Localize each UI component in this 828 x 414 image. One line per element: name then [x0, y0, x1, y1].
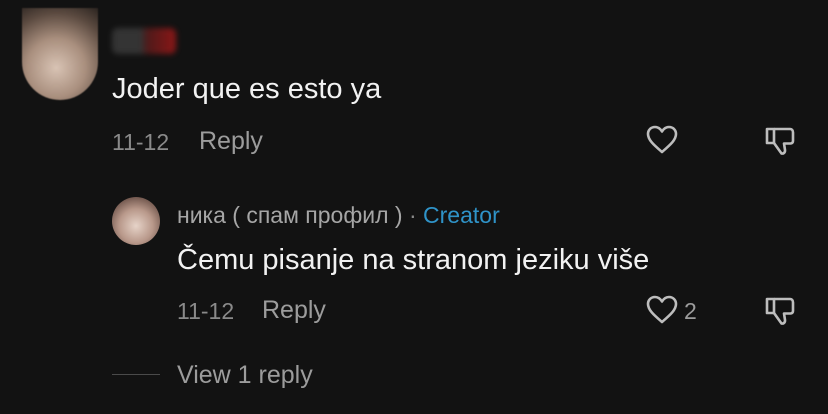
comment-reply-button[interactable]: Reply	[199, 126, 263, 156]
reply-date: 11-12	[177, 298, 235, 324]
comment-like-button[interactable]	[645, 123, 679, 157]
view-replies-button[interactable]: View 1 reply	[177, 360, 313, 390]
thumbs-down-icon	[765, 297, 795, 325]
reply-username[interactable]: ника ( спам профил )	[177, 202, 403, 228]
comment-date: 11-12	[112, 129, 170, 155]
reply-reply-button[interactable]: Reply	[262, 295, 326, 325]
heart-outline-icon	[646, 125, 678, 154]
commenter-username-redacted[interactable]	[112, 28, 176, 54]
thumbs-down-icon	[765, 127, 795, 155]
reply-dislike-button[interactable]	[763, 294, 797, 328]
separator-dot: ·	[408, 202, 417, 228]
comment-dislike-button[interactable]	[763, 124, 797, 158]
reply-like-count: 2	[684, 298, 697, 324]
replies-divider	[112, 374, 160, 375]
reply-like-button[interactable]	[645, 293, 679, 327]
heart-outline-icon	[646, 295, 678, 324]
reply-text: Čemu pisanje na stranom jeziku više	[177, 244, 650, 276]
comment-text: Joder que es esto ya	[112, 73, 382, 105]
commenter-avatar[interactable]	[22, 8, 98, 100]
reply-avatar[interactable]	[112, 197, 160, 245]
creator-badge: Creator	[423, 202, 500, 228]
reply-user-line: ника ( спам профил ) · Creator	[177, 202, 500, 228]
